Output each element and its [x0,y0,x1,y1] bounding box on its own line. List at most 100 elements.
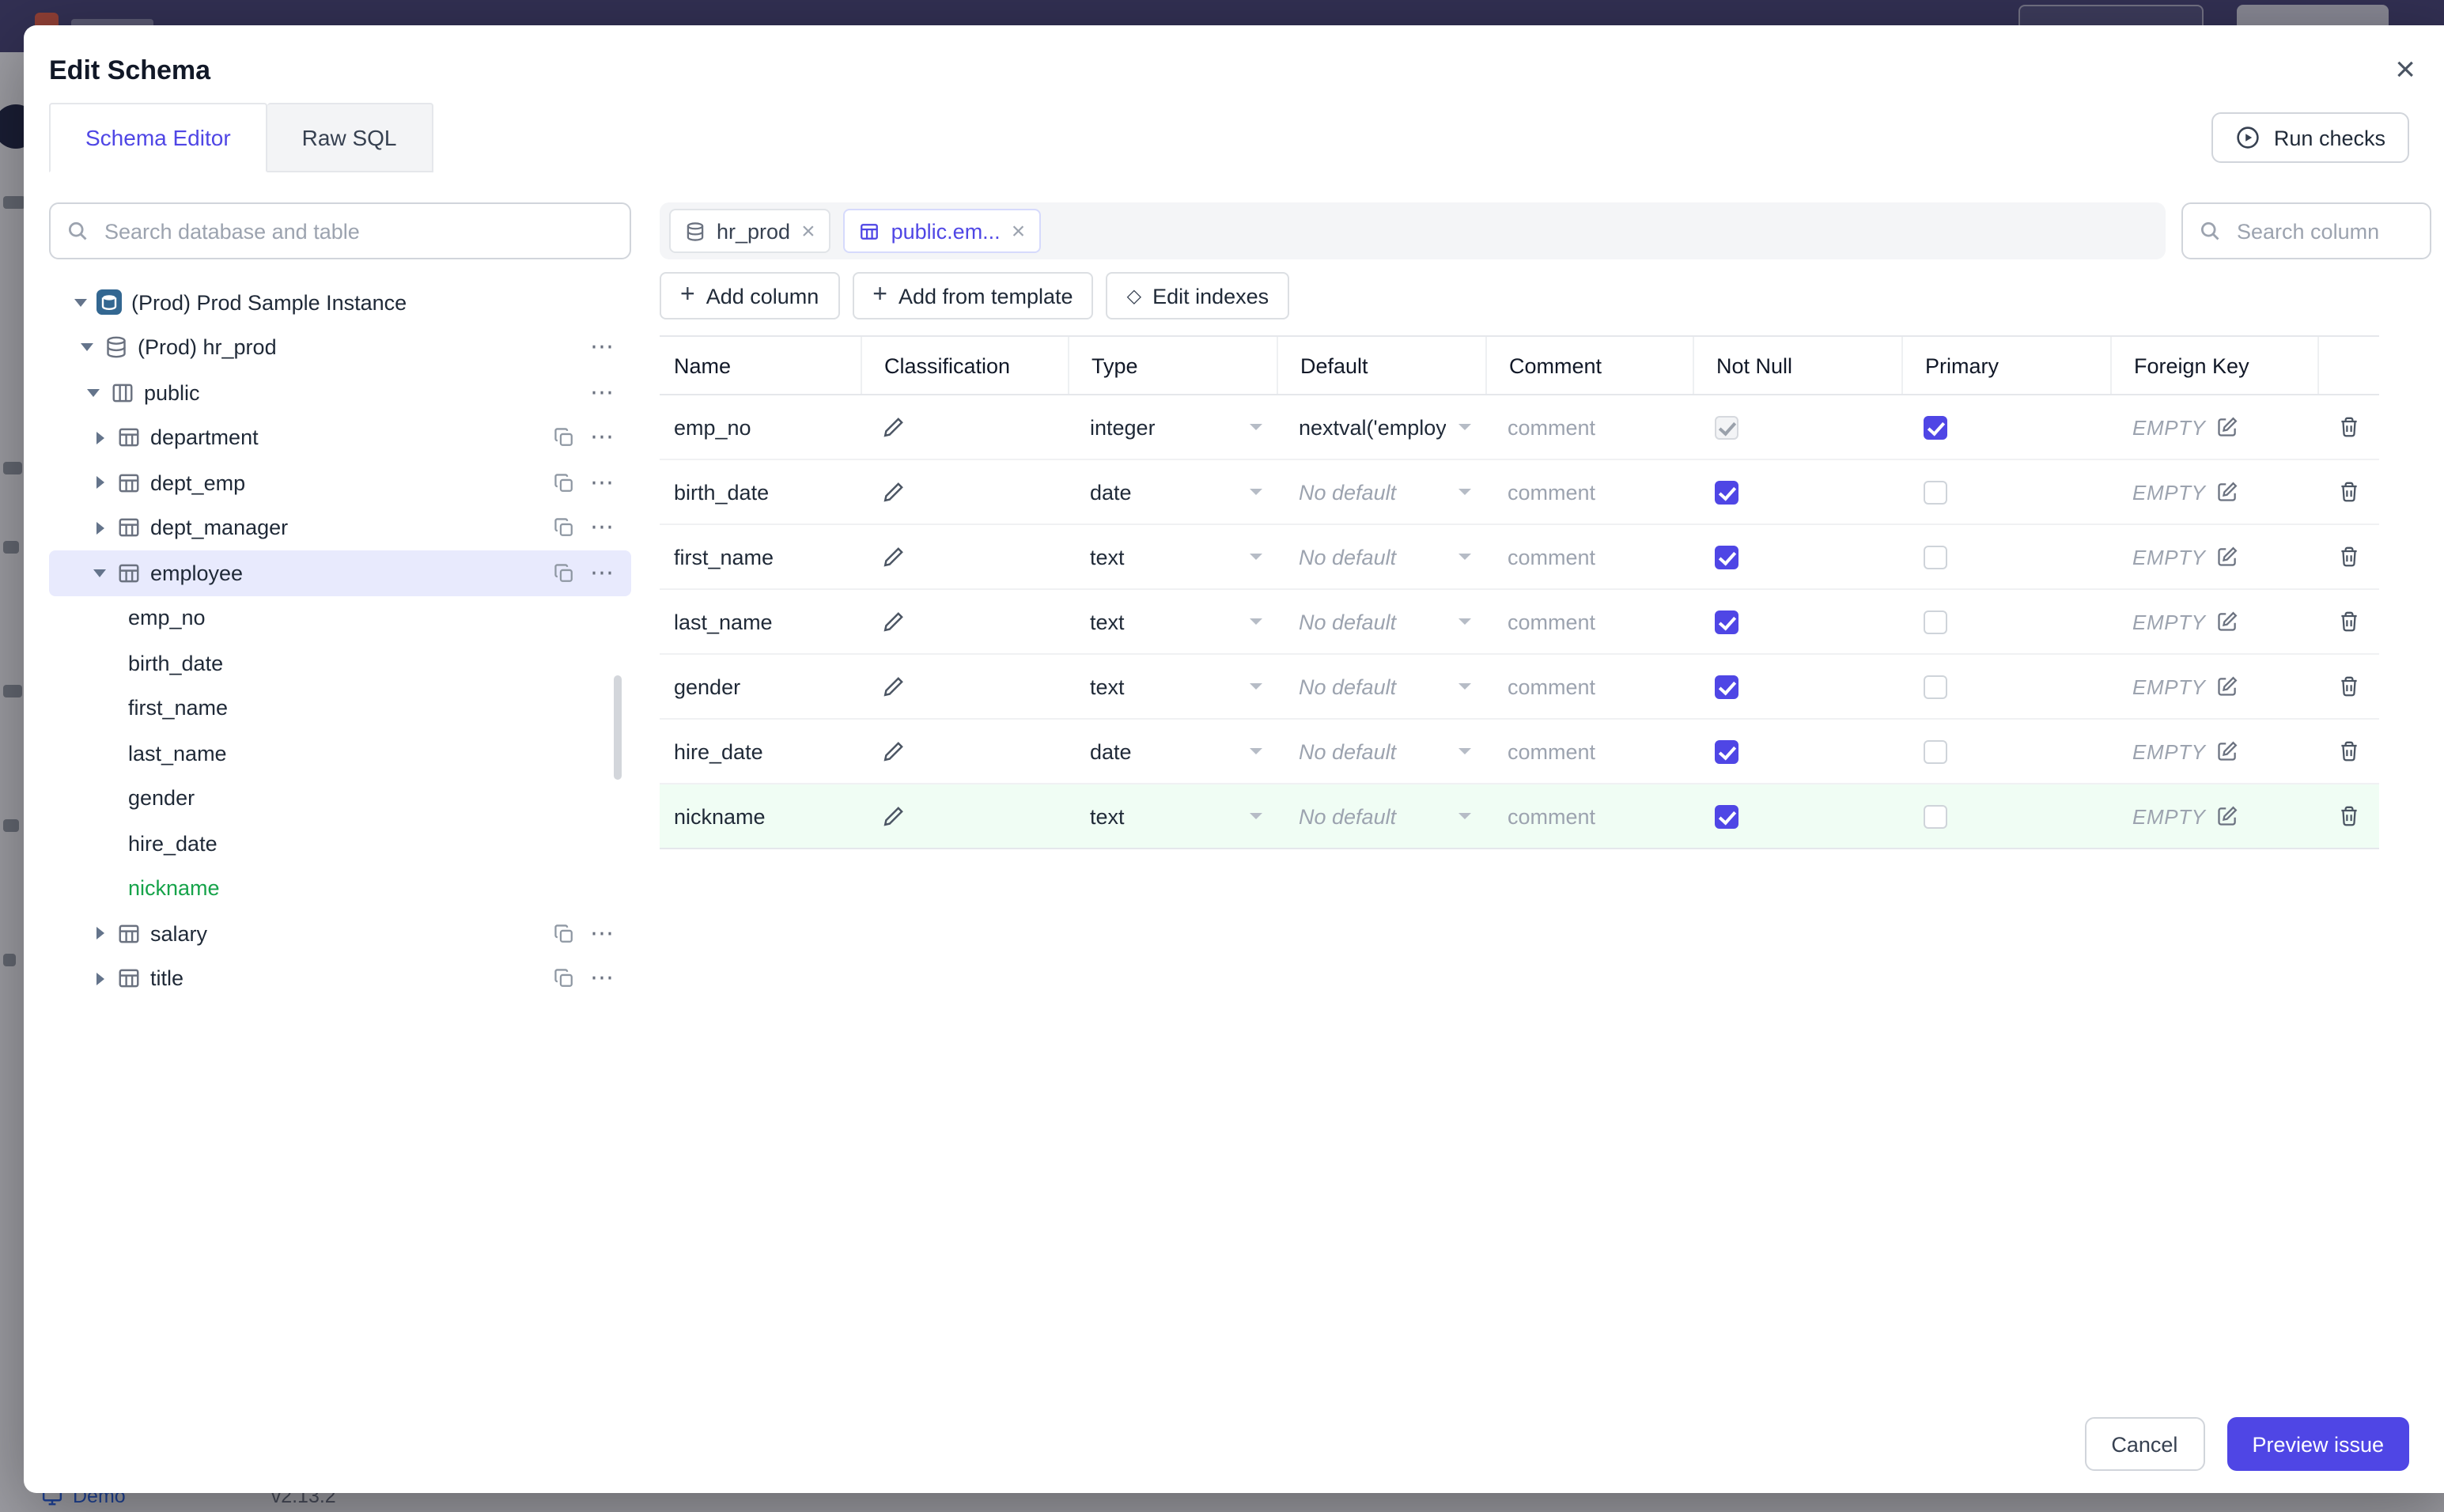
more-actions-icon[interactable]: ⋯ [590,516,615,540]
add-from-template-button[interactable]: + Add from template [852,272,1094,319]
type-select[interactable]: integer [1068,395,1277,459]
name-cell[interactable]: birth_date [660,460,861,524]
name-cell[interactable]: last_name [660,590,861,653]
name-cell[interactable]: hire_date [660,720,861,783]
more-actions-icon[interactable]: ⋯ [590,561,615,585]
type-select[interactable]: text [1068,784,1277,848]
foreign-key-cell[interactable]: EMPTY [2110,460,2317,524]
more-actions-icon[interactable]: ⋯ [590,336,615,360]
tree-item-table-department[interactable]: department ⋯ [49,415,631,460]
default-select[interactable]: nextval('employ [1277,395,1485,459]
tree-scrollbar[interactable] [614,675,622,780]
default-select[interactable]: No default [1277,784,1485,848]
edit-foreign-key-icon[interactable] [2217,416,2239,438]
tree-item-column-last-name[interactable]: last_name [49,731,631,776]
tree-search-input[interactable] [101,217,614,244]
type-select[interactable]: text [1068,655,1277,718]
column-search-input[interactable] [2234,217,2414,244]
comment-input[interactable]: comment [1485,784,1693,848]
copy-icon[interactable] [554,924,574,944]
copy-icon[interactable] [554,563,574,584]
delete-column-icon[interactable] [2317,460,2379,524]
close-icon[interactable]: × [2395,51,2416,87]
chevron-right-icon[interactable] [87,521,112,535]
edit-foreign-key-icon[interactable] [2217,675,2239,697]
not-null-checkbox[interactable] [1715,610,1738,633]
name-cell[interactable]: first_name [660,525,861,588]
default-select[interactable]: No default [1277,655,1485,718]
foreign-key-cell[interactable]: EMPTY [2110,655,2317,718]
not-null-checkbox[interactable] [1715,804,1738,828]
primary-checkbox[interactable] [1924,610,1947,633]
close-icon[interactable]: × [1012,219,1026,243]
primary-checkbox[interactable] [1924,545,1947,569]
tab-chip-database[interactable]: hr_prod × [669,209,831,253]
type-select[interactable]: date [1068,720,1277,783]
more-actions-icon[interactable]: ⋯ [590,922,615,946]
primary-checkbox[interactable] [1924,804,1947,828]
edit-classification-icon[interactable] [883,481,905,503]
edit-foreign-key-icon[interactable] [2217,481,2239,503]
delete-column-icon[interactable] [2317,525,2379,588]
tab-raw-sql[interactable]: Raw SQL [267,103,433,172]
copy-icon[interactable] [554,473,574,493]
edit-foreign-key-icon[interactable] [2217,740,2239,762]
tab-schema-editor[interactable]: Schema Editor [49,103,267,172]
chevron-down-icon[interactable] [81,388,106,397]
comment-input[interactable]: comment [1485,720,1693,783]
copy-icon[interactable] [554,969,574,989]
delete-column-icon[interactable] [2317,784,2379,848]
tree-item-column-nickname-new[interactable]: nickname [49,866,631,911]
tree-item-table-dept-emp[interactable]: dept_emp ⋯ [49,460,631,505]
default-select[interactable]: No default [1277,720,1485,783]
chevron-down-icon[interactable] [87,569,112,577]
edit-classification-icon[interactable] [883,675,905,697]
edit-classification-icon[interactable] [883,416,905,438]
primary-checkbox[interactable] [1924,675,1947,698]
foreign-key-cell[interactable]: EMPTY [2110,590,2317,653]
comment-input[interactable]: comment [1485,525,1693,588]
copy-icon[interactable] [554,518,574,539]
delete-column-icon[interactable] [2317,655,2379,718]
delete-column-icon[interactable] [2317,395,2379,459]
not-null-checkbox[interactable] [1715,739,1738,763]
default-select[interactable]: No default [1277,525,1485,588]
edit-classification-icon[interactable] [883,610,905,633]
add-column-button[interactable]: + Add column [660,272,840,319]
chevron-right-icon[interactable] [87,927,112,940]
comment-input[interactable]: comment [1485,395,1693,459]
tree-item-column-first-name[interactable]: first_name [49,686,631,731]
more-actions-icon[interactable]: ⋯ [590,426,615,450]
edit-foreign-key-icon[interactable] [2217,546,2239,568]
type-select[interactable]: text [1068,525,1277,588]
comment-input[interactable]: comment [1485,590,1693,653]
tree-item-table-title[interactable]: title ⋯ [49,956,631,1001]
foreign-key-cell[interactable]: EMPTY [2110,395,2317,459]
foreign-key-cell[interactable]: EMPTY [2110,525,2317,588]
edit-foreign-key-icon[interactable] [2217,610,2239,633]
foreign-key-cell[interactable]: EMPTY [2110,784,2317,848]
primary-checkbox[interactable] [1924,480,1947,504]
default-select[interactable]: No default [1277,590,1485,653]
tab-chip-table-active[interactable]: public.em... × [843,209,1042,253]
tree-item-schema-public[interactable]: public ⋯ [49,370,631,415]
more-actions-icon[interactable]: ⋯ [590,381,615,405]
name-cell[interactable]: emp_no [660,395,861,459]
tree-item-column-birth-date[interactable]: birth_date [49,641,631,686]
cancel-button[interactable]: Cancel [2084,1417,2205,1471]
tree-item-table-dept-manager[interactable]: dept_manager ⋯ [49,505,631,550]
delete-column-icon[interactable] [2317,720,2379,783]
type-select[interactable]: date [1068,460,1277,524]
more-actions-icon[interactable]: ⋯ [590,967,615,991]
delete-column-icon[interactable] [2317,590,2379,653]
type-select[interactable]: text [1068,590,1277,653]
edit-classification-icon[interactable] [883,805,905,827]
not-null-checkbox[interactable] [1715,545,1738,569]
name-cell[interactable]: gender [660,655,861,718]
comment-input[interactable]: comment [1485,655,1693,718]
tree-item-instance[interactable]: (Prod) Prod Sample Instance [49,280,631,325]
primary-checkbox[interactable] [1924,739,1947,763]
primary-checkbox[interactable] [1924,415,1947,439]
comment-input[interactable]: comment [1485,460,1693,524]
tree-item-column-hire-date[interactable]: hire_date [49,821,631,866]
